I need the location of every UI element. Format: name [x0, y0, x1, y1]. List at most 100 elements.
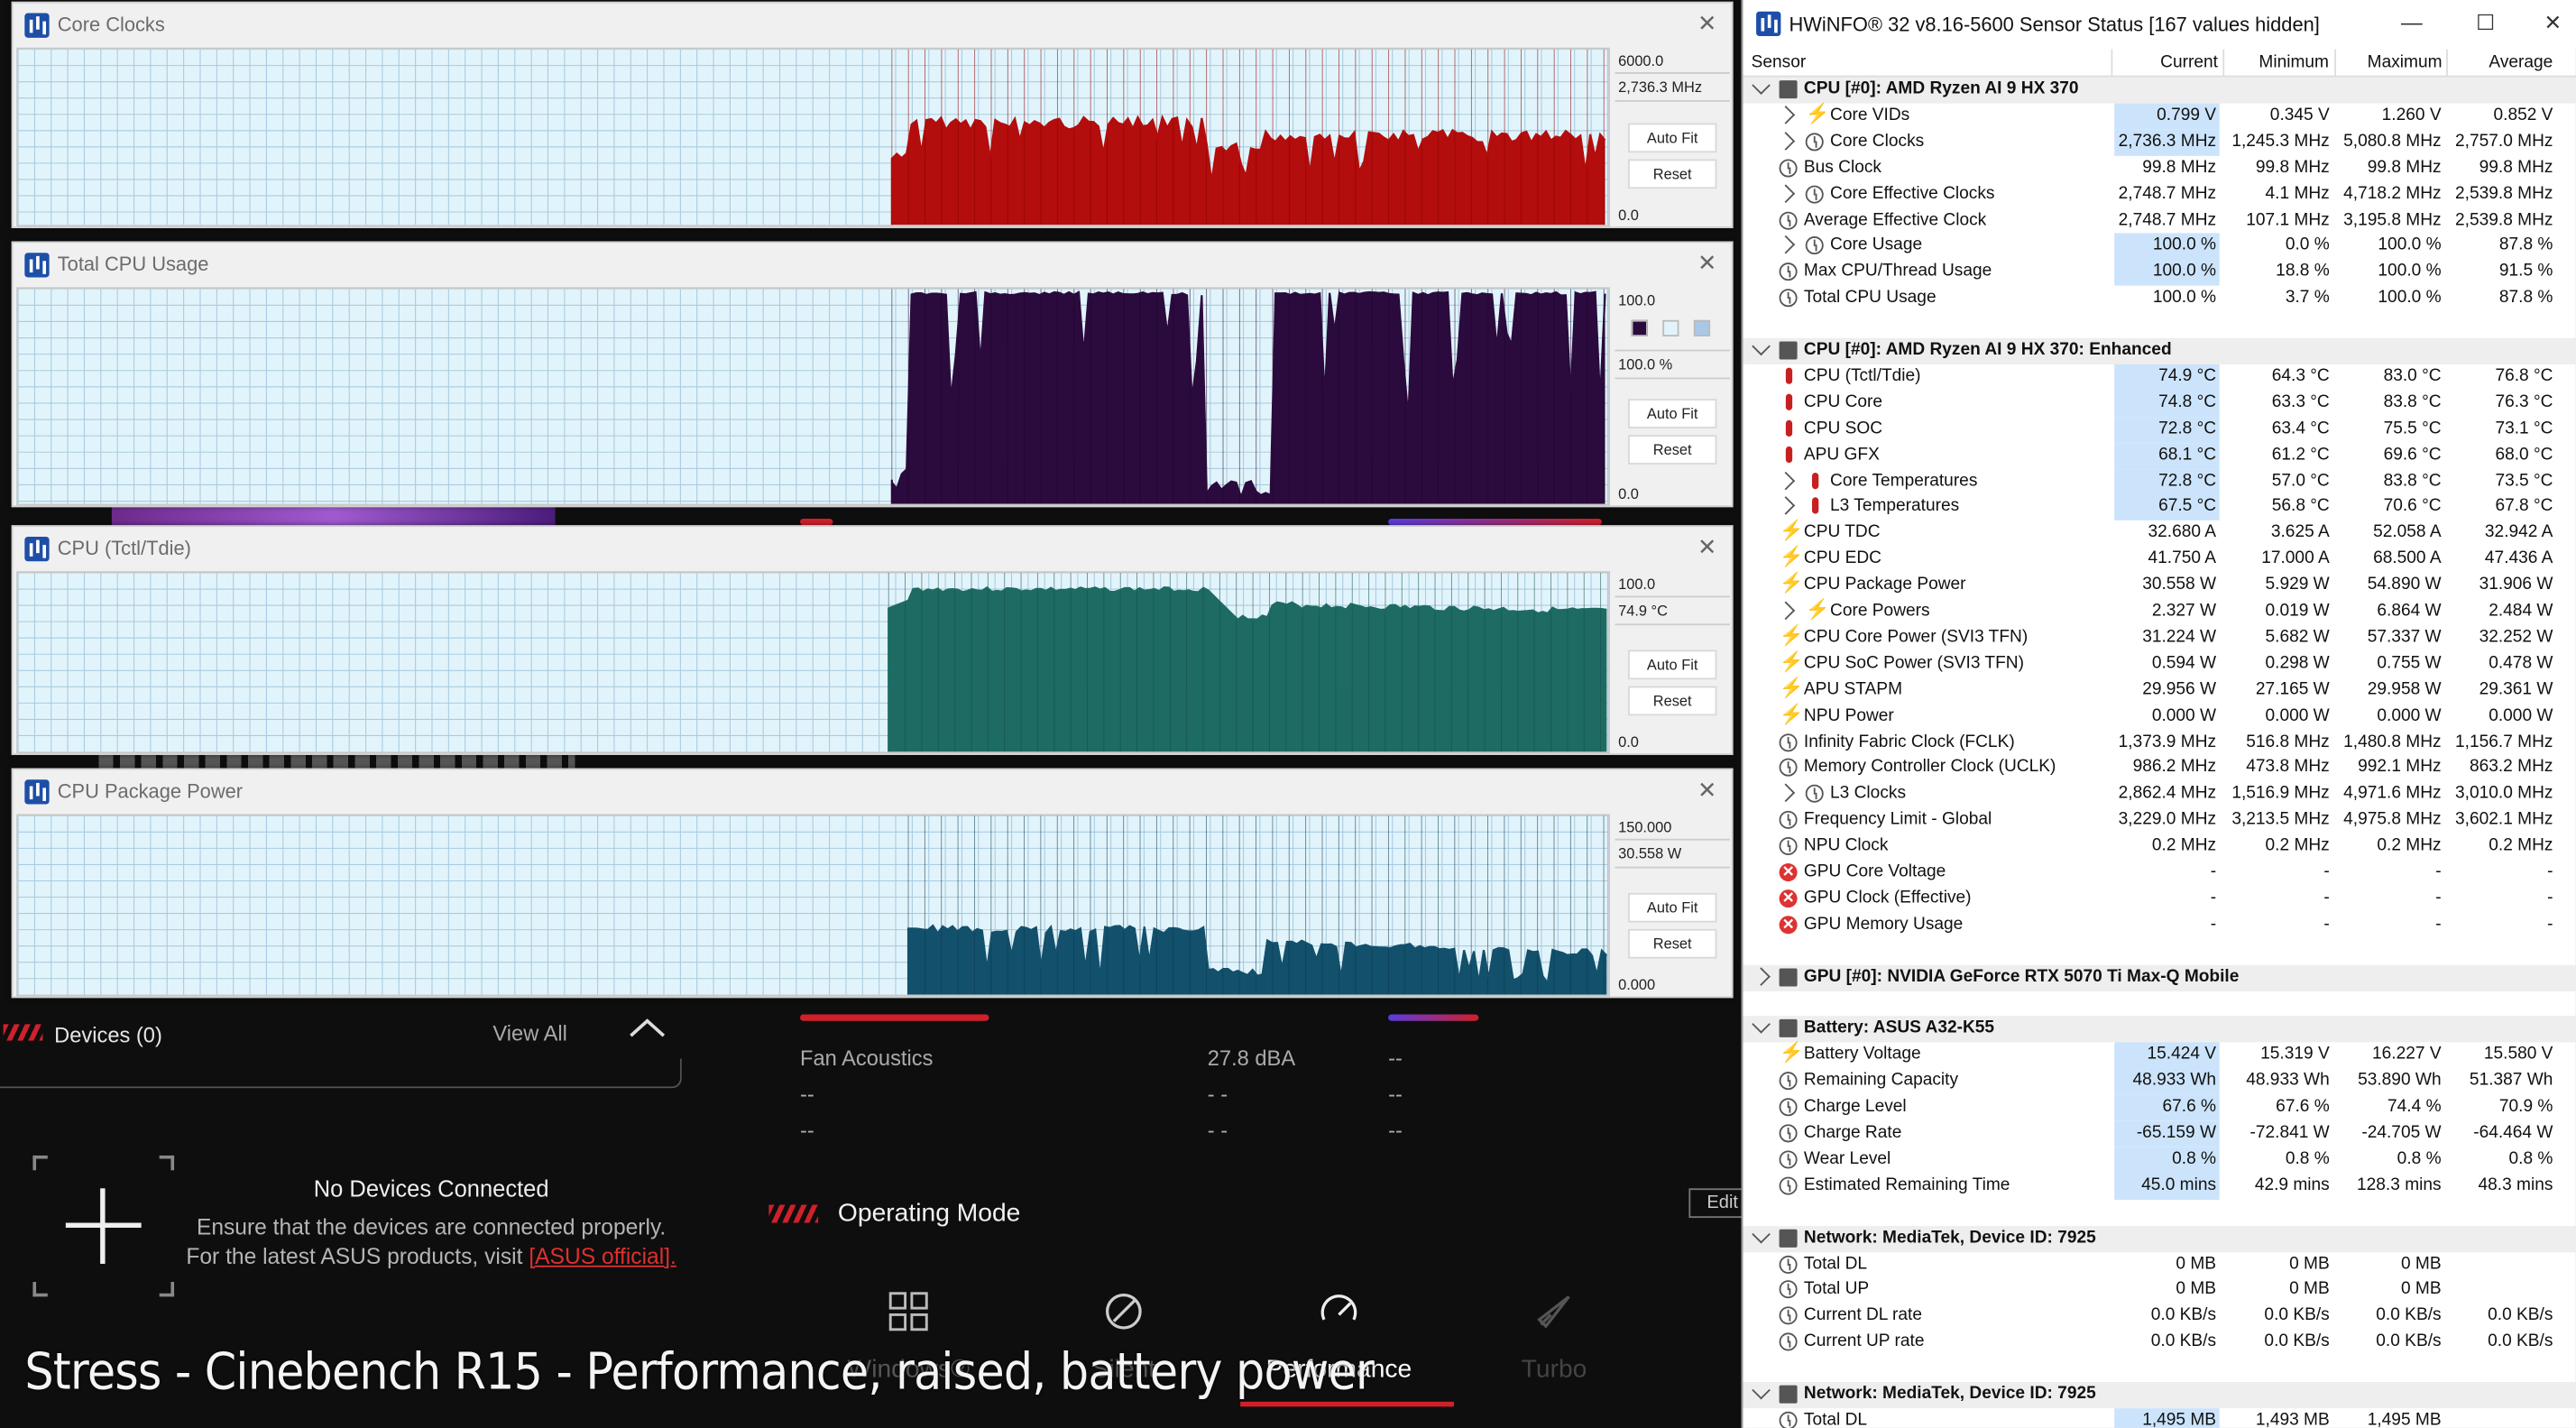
sensor-row[interactable]: Total UP 0 MB 0 MB 0 MB — [1743, 1277, 2576, 1304]
column-maximum[interactable]: Maximum — [2368, 52, 2443, 72]
close-icon[interactable]: ✕ — [2528, 10, 2576, 36]
graph-window-cpu-package-power[interactable]: CPU Package Power ✕ 150.000 30.558 W Aut… — [11, 768, 1734, 999]
sensor-group-row[interactable]: CPU [#0]: AMD Ryzen AI 9 HX 370: Enhance… — [1743, 336, 2576, 364]
collapse-chevron-icon[interactable] — [1752, 1015, 1771, 1035]
mode-turbo[interactable]: Turbo — [1456, 1290, 1653, 1408]
sensor-row[interactable]: ⚡ CPU EDC 41.750 A 17.000 A 68.500 A 47.436 A — [1743, 545, 2576, 573]
sensor-row[interactable]: CPU SOC 72.8 °C 63.4 °C 75.5 °C 73.1 °C — [1743, 416, 2576, 443]
reset-button[interactable]: Reset — [1628, 435, 1717, 465]
expand-chevron-icon[interactable] — [1776, 784, 1796, 803]
color-swatch[interactable] — [1631, 319, 1648, 336]
graph-window-total-cpu-usage[interactable]: Total CPU Usage ✕ 100.0 100.0 % Auto Fit… — [11, 241, 1734, 508]
expand-chevron-icon[interactable] — [1776, 470, 1796, 490]
sensor-row[interactable]: Core Temperatures 72.8 °C 57.0 °C 83.8 °C 73… — [1743, 468, 2576, 495]
expand-chevron-icon[interactable] — [1776, 105, 1796, 124]
expand-chevron-icon[interactable] — [1776, 131, 1796, 151]
reset-button[interactable]: Reset — [1628, 928, 1717, 959]
sensor-row[interactable]: Remaining Capacity 48.933 Wh 48.933 Wh 53.8… — [1743, 1068, 2576, 1095]
asus-official-link[interactable]: [ASUS official]. — [529, 1244, 676, 1268]
sensor-row[interactable]: ⚡ CPU SoC Power (SVI3 TFN) 0.594 W 0.298 W 0… — [1743, 650, 2576, 677]
hwinfo-sensor-window[interactable]: HWiNFO® 32 v8.16-5600 Sensor Status [167… — [1741, 0, 2576, 1428]
sensor-row[interactable]: Core Usage 100.0 % 0.0 % 100.0 % 87.8 % — [1743, 234, 2576, 261]
auto-fit-button[interactable]: Auto Fit — [1628, 399, 1717, 428]
expand-chevron-icon[interactable] — [1752, 966, 1771, 986]
sensor-row[interactable]: L3 Clocks 2,862.4 MHz 1,516.9 MHz 4,971.6 M… — [1743, 782, 2576, 808]
sensor-group-row[interactable]: Battery: ASUS A32-K55 — [1743, 1015, 2576, 1044]
auto-fit-button[interactable]: Auto Fit — [1628, 892, 1717, 923]
expand-chevron-icon[interactable] — [1776, 183, 1796, 203]
sensor-row[interactable]: ⚡ Battery Voltage 15.424 V 15.319 V 16.227 V… — [1743, 1041, 2576, 1070]
column-current[interactable]: Current — [2160, 52, 2218, 72]
graph-window-core-clocks[interactable]: Core Clocks ✕ 6000.0 2,736.3 MHz Auto Fi… — [11, 1, 1734, 228]
graph-title-bar[interactable]: Total CPU Usage ✕ — [14, 243, 1732, 285]
reset-button[interactable]: Reset — [1628, 159, 1717, 189]
sensor-row[interactable]: Estimated Remaining Time 45.0 mins 42.9 mi… — [1743, 1173, 2576, 1200]
sensor-row[interactable]: ⚡ Core VIDs 0.799 V 0.345 V 1.260 V 0.852 V — [1743, 102, 2576, 130]
maximize-icon[interactable]: ☐ — [2461, 10, 2510, 36]
color-swatch[interactable] — [1693, 319, 1711, 336]
sensor-row[interactable]: CPU Core 74.8 °C 63.3 °C 83.8 °C 76.3 °C — [1743, 390, 2576, 417]
close-icon[interactable]: ✕ — [1697, 777, 1716, 805]
sensor-row[interactable]: Average Effective Clock 2,748.7 MHz 107.1 … — [1743, 207, 2576, 234]
close-icon[interactable]: ✕ — [1697, 10, 1716, 38]
sensor-row[interactable]: ✕ GPU Clock (Effective) - - - - — [1743, 886, 2576, 912]
sensor-row[interactable]: Core Effective Clocks 2,748.7 MHz 4.1 MHz 4… — [1743, 181, 2576, 207]
sensor-row[interactable]: Max CPU/Thread Usage 100.0 % 18.8 % 100.0 %… — [1743, 260, 2576, 287]
sensor-group-row[interactable]: Network: MediaTek, Device ID: 7925 — [1743, 1224, 2576, 1252]
column-minimum[interactable]: Minimum — [2259, 52, 2329, 72]
sensor-row[interactable]: Wear Level 0.8 % 0.8 % 0.8 % 0.8 % — [1743, 1147, 2576, 1174]
sensor-row[interactable]: ⚡ Core Powers 2.327 W 0.019 W 6.864 W 2.484 W — [1743, 597, 2576, 625]
color-swatch[interactable] — [1662, 319, 1679, 336]
sensor-row[interactable]: Current UP rate 0.0 KB/s 0.0 KB/s 0.0 KB/s 0… — [1743, 1330, 2576, 1356]
sensor-row[interactable]: NPU Clock 0.2 MHz 0.2 MHz 0.2 MHz 0.2 MHz — [1743, 834, 2576, 860]
sensor-row[interactable]: Memory Controller Clock (UCLK) 986.2 MHz 4… — [1743, 756, 2576, 782]
sensor-group-row[interactable]: CPU [#0]: AMD Ryzen AI 9 HX 370 — [1743, 77, 2576, 104]
sensor-row[interactable]: Charge Level 67.6 % 67.6 % 74.4 % 70.9 % — [1743, 1094, 2576, 1121]
sensor-row[interactable]: ⚡ APU STAPM 29.956 W 27.165 W 29.958 W 29.361… — [1743, 676, 2576, 704]
chevron-up-icon[interactable] — [628, 1016, 667, 1038]
sensor-row[interactable]: Total DL 0 MB 0 MB 0 MB — [1743, 1251, 2576, 1277]
graph-title-bar[interactable]: Core Clocks ✕ — [14, 4, 1732, 46]
sensor-row[interactable]: Frequency Limit - Global 3,229.0 MHz 3,213… — [1743, 808, 2576, 834]
sensor-row[interactable]: APU GFX 68.1 °C 61.2 °C 69.6 °C 68.0 °C — [1743, 442, 2576, 469]
reset-button[interactable]: Reset — [1628, 686, 1717, 716]
close-icon[interactable]: ✕ — [1697, 533, 1716, 561]
hwinfo-title-bar[interactable]: HWiNFO® 32 v8.16-5600 Sensor Status [167… — [1743, 0, 2576, 50]
sensor-row[interactable]: ✕ GPU Core Voltage - - - - — [1743, 860, 2576, 886]
add-device-button[interactable] — [32, 1155, 175, 1297]
expand-chevron-icon[interactable] — [1776, 235, 1796, 255]
sensor-row[interactable]: Total DL 1,495 MB 1,493 MB 1,495 MB — [1743, 1407, 2576, 1428]
sensor-row[interactable]: Total CPU Usage 100.0 % 3.7 % 100.0 % 87.8 % — [1743, 286, 2576, 312]
auto-fit-button[interactable]: Auto Fit — [1628, 123, 1717, 153]
sensor-row[interactable]: Infinity Fabric Clock (FCLK) 1,373.9 MHz 5… — [1743, 730, 2576, 756]
sensor-row[interactable]: Charge Rate -65.159 W -72.841 W -24.705 W -6… — [1743, 1120, 2576, 1147]
view-all-link[interactable]: View All — [492, 1021, 567, 1046]
collapse-chevron-icon[interactable] — [1752, 1380, 1771, 1400]
sensor-group-row[interactable]: GPU [#0]: NVIDIA GeForce RTX 5070 Ti Max… — [1743, 964, 2576, 991]
graph-window-cpu-tctl[interactable]: CPU (Tctl/Tdie) ✕ 100.0 74.9 °C Auto Fit… — [11, 525, 1734, 755]
expand-chevron-icon[interactable] — [1776, 601, 1796, 621]
close-icon[interactable]: ✕ — [1697, 250, 1716, 278]
sensor-row[interactable]: ⚡ CPU TDC 32.680 A 3.625 A 52.058 A 32.942 A — [1743, 520, 2576, 547]
column-average[interactable]: Average — [2489, 52, 2553, 72]
minimize-icon[interactable]: — — [2387, 10, 2436, 34]
sensor-group-row[interactable]: Network: MediaTek, Device ID: 7925 — [1743, 1380, 2576, 1409]
graph-title-bar[interactable]: CPU (Tctl/Tdie) ✕ — [14, 527, 1732, 569]
graph-title-bar[interactable]: CPU Package Power ✕ — [14, 769, 1732, 812]
expand-chevron-icon[interactable] — [1776, 496, 1796, 516]
auto-fit-button[interactable]: Auto Fit — [1628, 650, 1717, 680]
sensor-row[interactable]: ⚡ CPU Core Power (SVI3 TFN) 31.224 W 5.682 … — [1743, 623, 2576, 651]
sensor-row[interactable]: ⚡ CPU Package Power 30.558 W 5.929 W 54.890 … — [1743, 571, 2576, 599]
collapse-chevron-icon[interactable] — [1752, 77, 1771, 95]
sensor-row[interactable]: ⚡ NPU Power 0.000 W 0.000 W 0.000 W 0.000 W — [1743, 702, 2576, 730]
sensor-row[interactable]: L3 Temperatures 67.5 °C 56.8 °C 70.6 °C 67.8… — [1743, 494, 2576, 521]
collapse-chevron-icon[interactable] — [1752, 336, 1771, 356]
sensor-row[interactable]: CPU (Tctl/Tdie) 74.9 °C 64.3 °C 83.0 °C 76.8… — [1743, 364, 2576, 391]
column-sensor[interactable]: Sensor — [1752, 52, 1807, 72]
sensor-row[interactable]: Core Clocks 2,736.3 MHz 1,245.3 MHz 5,080.8… — [1743, 129, 2576, 156]
sensor-row[interactable]: ✕ GPU Memory Usage - - - - — [1743, 912, 2576, 938]
sensor-row[interactable]: Bus Clock 99.8 MHz 99.8 MHz 99.8 MHz 99.8 MH… — [1743, 155, 2576, 181]
sensor-row[interactable]: Current DL rate 0.0 KB/s 0.0 KB/s 0.0 KB/s 0… — [1743, 1304, 2576, 1330]
collapse-chevron-icon[interactable] — [1752, 1224, 1771, 1243]
edit-button[interactable]: Edit — [1688, 1188, 1745, 1219]
